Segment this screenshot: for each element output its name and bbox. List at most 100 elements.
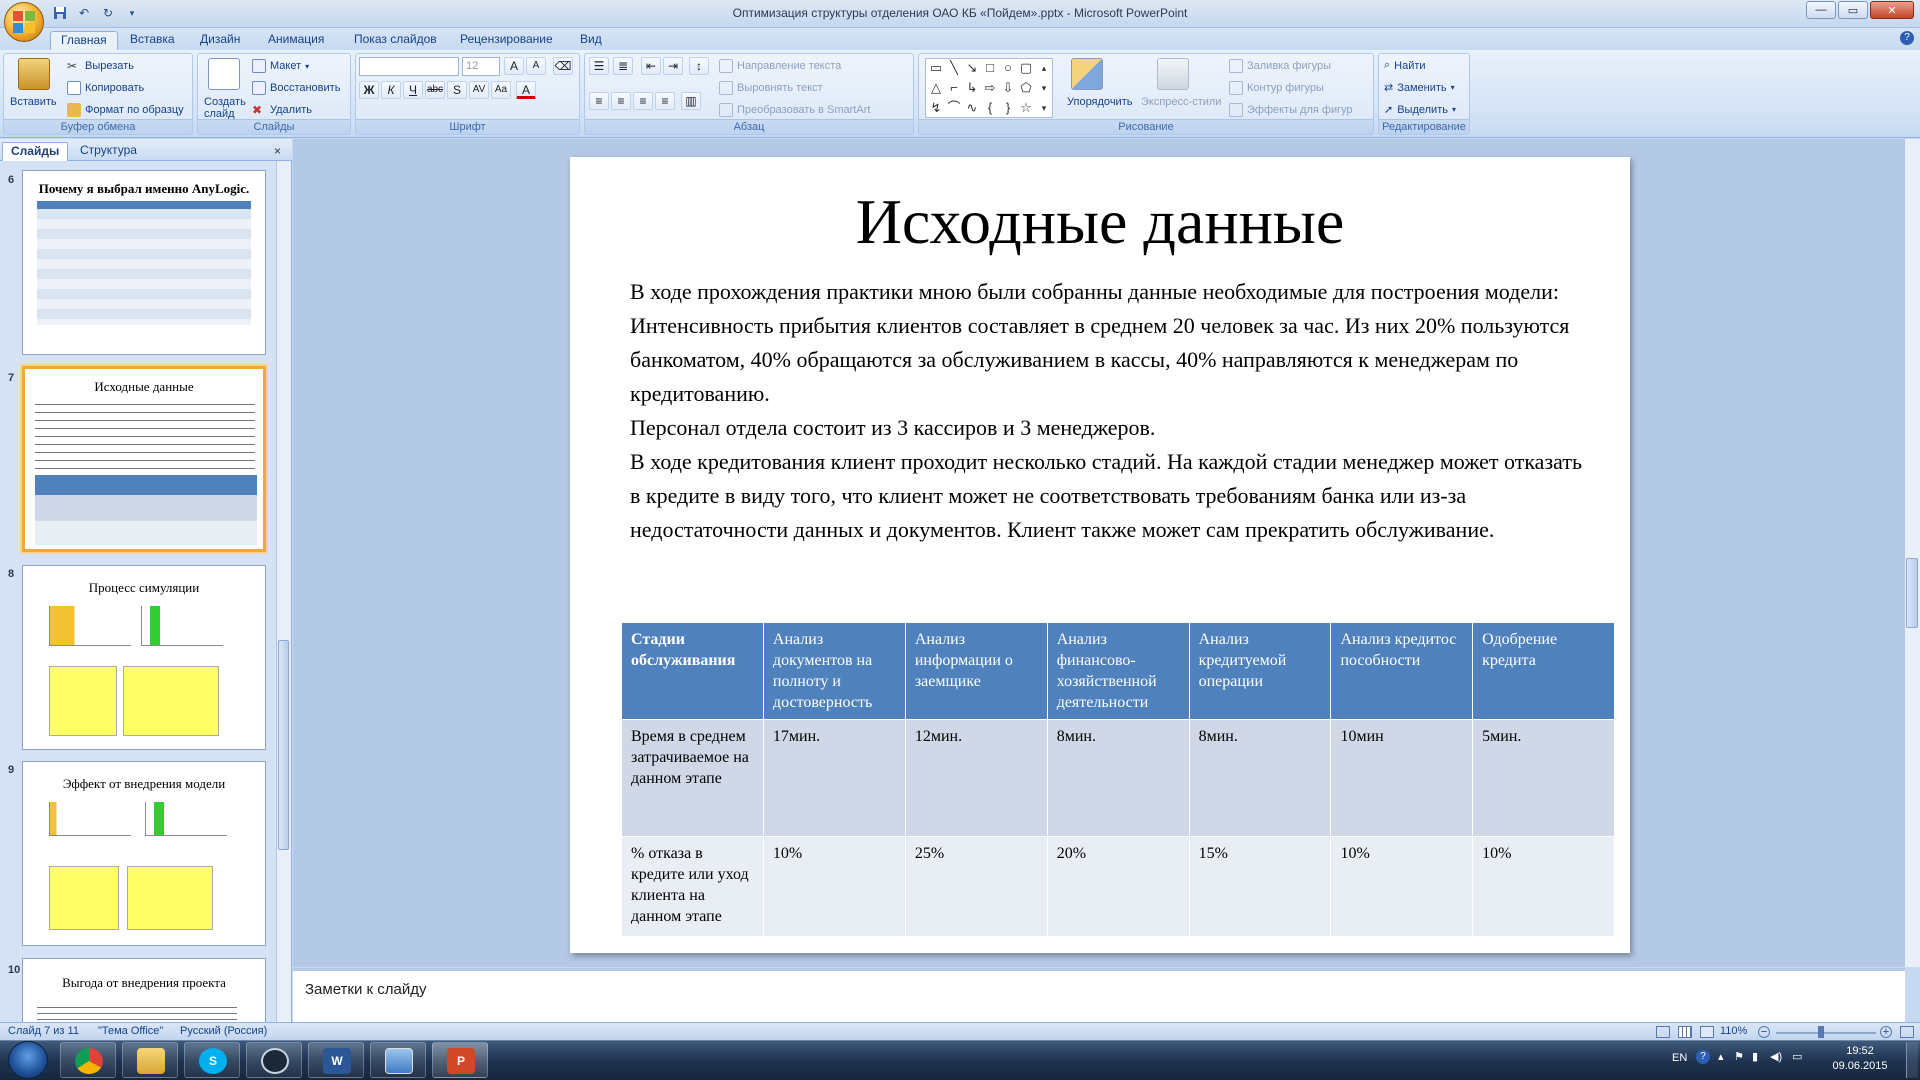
tab-design[interactable]: Дизайн	[190, 31, 250, 50]
clock-date[interactable]: 09.06.2015	[1820, 1060, 1900, 1072]
workspace-scroll-thumb[interactable]	[1906, 558, 1918, 628]
underline-icon[interactable]: Ч	[403, 81, 423, 99]
rectangle-shape-icon[interactable]: □	[982, 61, 998, 75]
tab-home[interactable]: Главная	[50, 31, 118, 50]
text-direction-button[interactable]: Направление текста	[719, 59, 841, 73]
show-desktop-button[interactable]	[1906, 1042, 1918, 1078]
taskbar-powerpoint[interactable]: P	[432, 1042, 488, 1078]
curve-shape-icon[interactable]: ↯	[928, 101, 944, 115]
elbow-arrow-shape-icon[interactable]: ↳	[964, 81, 980, 95]
network-icon[interactable]: ▮	[1752, 1050, 1758, 1063]
slide-thumbnail-8[interactable]: Процесс симуляции	[22, 565, 266, 750]
cut-button[interactable]: ✂ Вырезать	[67, 59, 134, 73]
slide-sorter-icon[interactable]	[1678, 1026, 1692, 1038]
change-case-icon[interactable]: Aa	[491, 81, 511, 99]
slide-thumbnail-7[interactable]: Исходные данные	[22, 366, 266, 552]
delete-slide-button[interactable]: ✖ Удалить	[252, 103, 312, 117]
triangle-shape-icon[interactable]: △	[928, 81, 944, 95]
volume-icon[interactable]: ◀)	[1770, 1050, 1782, 1063]
align-center-icon[interactable]: ≡	[611, 92, 631, 110]
elbow-connector-shape-icon[interactable]: ⌐	[946, 81, 962, 95]
zoom-slider[interactable]	[1776, 1032, 1876, 1034]
increease-indent-icon[interactable]: ⇥	[663, 57, 683, 75]
help-tray-icon[interactable]: ?	[1696, 1050, 1710, 1064]
columns-icon[interactable]: ▥	[681, 92, 701, 110]
arrow-line-shape-icon[interactable]: ↘	[964, 61, 980, 75]
decrease-indent-icon[interactable]: ⇤	[641, 57, 661, 75]
bullets-icon[interactable]: ☰	[589, 57, 609, 75]
tab-slideshow[interactable]: Показ слайдов	[344, 31, 447, 50]
slides-pane-scroll-thumb[interactable]	[278, 640, 289, 850]
align-left-icon[interactable]: ≡	[589, 92, 609, 110]
smartart-button[interactable]: Преобразовать в SmartArt	[719, 103, 870, 117]
start-button-icon[interactable]	[8, 1041, 48, 1079]
replace-button[interactable]: ⇄ Заменить ▾	[1384, 81, 1455, 95]
format-painter-button[interactable]: Формат по образцу	[67, 103, 184, 117]
language-indicator[interactable]: EN	[1672, 1052, 1687, 1064]
office-button[interactable]	[4, 2, 44, 42]
strikethrough-icon[interactable]: abc	[425, 81, 445, 99]
shadow-icon[interactable]: S	[447, 81, 467, 99]
maximize-button[interactable]: ▭	[1838, 1, 1868, 19]
new-slide-icon[interactable]	[208, 58, 240, 90]
shrink-font-icon[interactable]: A	[526, 57, 546, 75]
clock-time[interactable]: 19:52	[1830, 1045, 1890, 1057]
right-arrow-shape-icon[interactable]: ⇨	[982, 81, 998, 95]
tab-view[interactable]: Вид	[570, 31, 612, 50]
align-right-icon[interactable]: ≡	[633, 92, 653, 110]
taskbar-chrome[interactable]	[60, 1042, 116, 1078]
arrange-icon[interactable]	[1071, 58, 1103, 90]
find-button[interactable]: ⌕ Найти	[1384, 59, 1426, 72]
scroll-down-icon[interactable]: ▾	[1036, 81, 1052, 95]
taskbar-steam[interactable]	[246, 1042, 302, 1078]
tab-slides[interactable]: Слайды	[2, 142, 69, 161]
quick-styles-icon[interactable]	[1157, 58, 1189, 90]
pentagon-shape-icon[interactable]: ⬠	[1018, 81, 1034, 95]
shape-effects-button[interactable]: Эффекты для фигур	[1229, 103, 1353, 117]
layout-button[interactable]: Макет ▾	[252, 59, 309, 73]
slide-thumbnail-6[interactable]: Почему я выбрал именно AnyLogic.	[22, 170, 266, 355]
line-spacing-icon[interactable]: ↕	[689, 57, 709, 75]
help-icon[interactable]: ?	[1900, 31, 1914, 45]
slideshow-view-icon[interactable]	[1700, 1026, 1714, 1038]
workspace-scrollbar[interactable]	[1904, 139, 1920, 967]
slide-thumbnail-10[interactable]: Выгода от внедрения проекта	[22, 958, 266, 1022]
justify-icon[interactable]: ≡	[655, 92, 675, 110]
new-slide-button[interactable]: Создать слайд	[204, 96, 254, 120]
quick-styles-button[interactable]: Экспресс-стили	[1141, 96, 1221, 108]
more-shapes-icon[interactable]: ▾	[1036, 101, 1052, 115]
shapes-gallery[interactable]: ▭ ╲ ↘ □ ○ ▢ △ ⌐ ↳ ⇨ ⇩ ⬠ ↯ ⌒ ∿ { } ☆ ▴ ▾ …	[925, 58, 1053, 118]
shape-fill-button[interactable]: Заливка фигуры	[1229, 59, 1331, 73]
theme-name[interactable]: "Тема Office"	[98, 1025, 163, 1037]
grow-font-icon[interactable]: A	[504, 57, 524, 75]
tab-review[interactable]: Рецензирование	[450, 31, 563, 50]
oval-shape-icon[interactable]: ○	[1000, 61, 1016, 75]
taskbar-explorer[interactable]	[122, 1042, 178, 1078]
italic-icon[interactable]: К	[381, 81, 401, 99]
arc-shape-icon[interactable]: ⌒	[946, 101, 962, 115]
zoom-out-icon[interactable]: −	[1758, 1026, 1770, 1038]
clear-format-icon[interactable]: ⌫	[553, 57, 573, 75]
down-arrow-shape-icon[interactable]: ⇩	[1000, 81, 1016, 95]
zoom-in-icon[interactable]: +	[1880, 1026, 1892, 1038]
spacing-icon[interactable]: AV	[469, 81, 489, 99]
scroll-up-icon[interactable]: ▴	[1036, 61, 1052, 75]
brace-open-shape-icon[interactable]: {	[982, 101, 998, 115]
align-text-button[interactable]: Выровнять текст	[719, 81, 823, 95]
line-shape-icon[interactable]: ╲	[946, 61, 962, 75]
select-button[interactable]: ➚ Выделить ▾	[1384, 103, 1456, 117]
star-shape-icon[interactable]: ☆	[1018, 101, 1034, 115]
tab-outline[interactable]: Структура	[72, 142, 145, 161]
paste-button[interactable]: Вставить	[10, 96, 57, 108]
arrange-button[interactable]: Упорядочить	[1067, 96, 1132, 108]
tab-insert[interactable]: Вставка	[120, 31, 185, 50]
paste-icon[interactable]	[18, 58, 50, 90]
slide-thumbnail-9[interactable]: Эффект от внедрения модели	[22, 761, 266, 946]
battery-icon[interactable]: ▭	[1792, 1050, 1802, 1063]
slides-pane-scrollbar[interactable]	[276, 161, 291, 1022]
brace-close-shape-icon[interactable]: }	[1000, 101, 1016, 115]
copy-button[interactable]: Копировать	[67, 81, 144, 95]
freeform-shape-icon[interactable]: ∿	[964, 101, 980, 115]
slide-body-text[interactable]: В ходе прохождения практики мною были со…	[630, 275, 1590, 547]
show-hidden-icons-icon[interactable]: ▴	[1718, 1050, 1724, 1063]
